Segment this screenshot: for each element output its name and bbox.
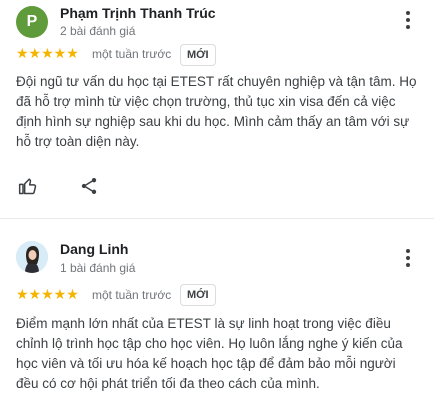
like-button[interactable]: [16, 174, 40, 198]
profile-photo-icon: [16, 241, 48, 273]
new-badge: MỚI: [180, 284, 216, 306]
review-text: Đội ngũ tư vấn du học tại ETEST rất chuy…: [16, 74, 417, 149]
new-badge: MỚI: [180, 44, 216, 66]
star-rating: ★★★★★: [16, 286, 79, 302]
reviewer-name[interactable]: Phạm Trịnh Thanh Trúc: [60, 5, 216, 21]
star-rating: ★★★★★: [16, 45, 79, 61]
review-count: 2 bài đánh giá: [60, 24, 136, 38]
review-time: một tuần trước: [92, 47, 172, 61]
share-icon: [81, 178, 97, 194]
reviewer-name[interactable]: Dang Linh: [60, 241, 128, 257]
more-options-button[interactable]: [398, 10, 418, 30]
avatar[interactable]: [16, 241, 48, 273]
review-divider: [0, 218, 434, 219]
review-count: 1 bài đánh giá: [60, 261, 136, 275]
review-text: Điểm mạnh lớn nhất của ETEST là sự linh …: [16, 316, 403, 391]
avatar-letter: P: [26, 13, 38, 30]
more-options-button[interactable]: [398, 248, 418, 268]
thumbs-up-icon: [18, 178, 37, 195]
share-button[interactable]: [77, 174, 101, 198]
avatar[interactable]: P: [16, 6, 48, 38]
review-time: một tuần trước: [92, 288, 172, 302]
